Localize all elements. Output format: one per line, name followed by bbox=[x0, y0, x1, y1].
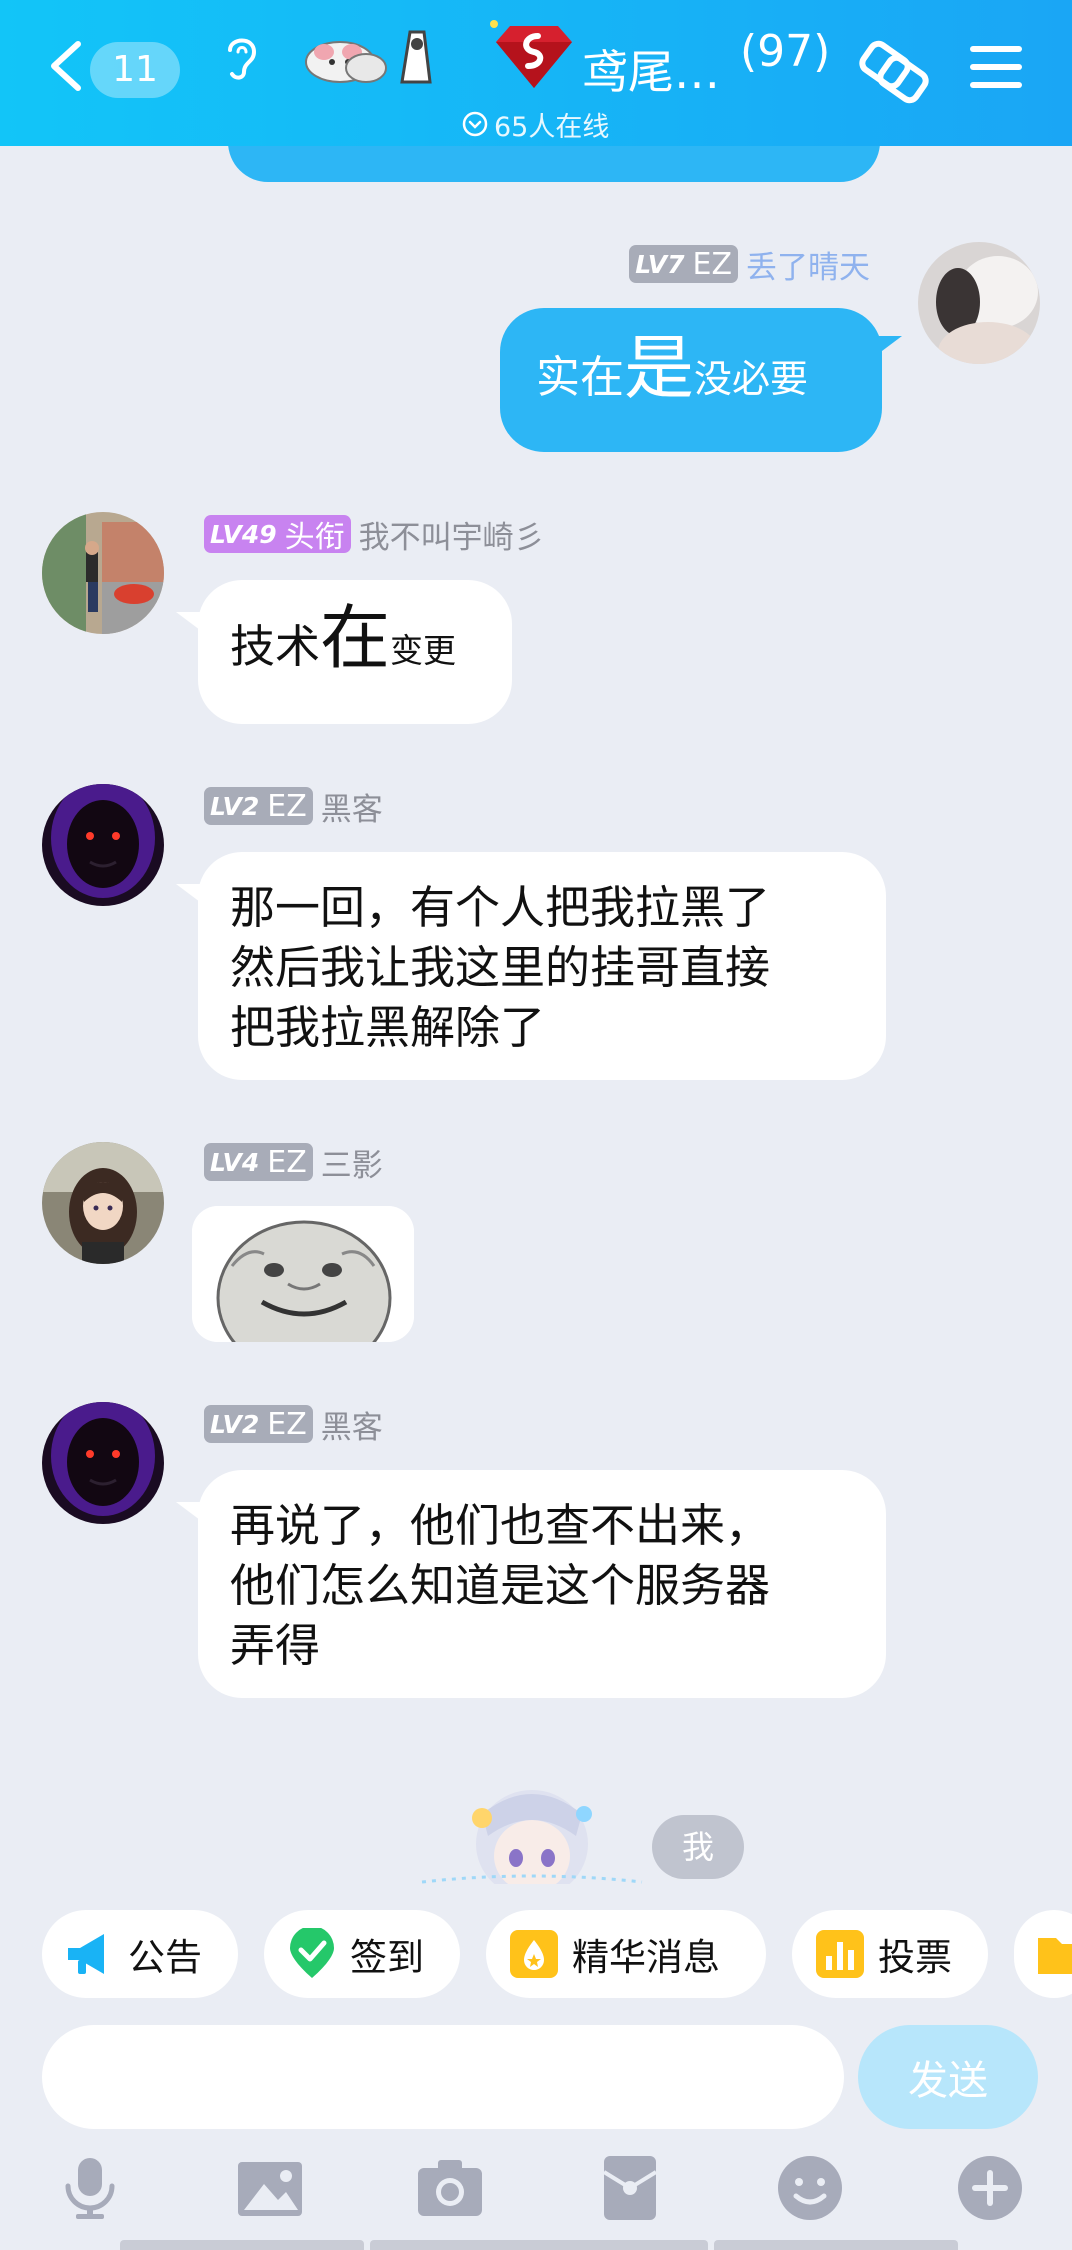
panel-tab-strip bbox=[370, 2240, 708, 2250]
vote-icon bbox=[816, 1930, 864, 1978]
member-count[interactable]: (97) bbox=[740, 26, 830, 77]
group-name[interactable]: 鸢尾… bbox=[582, 36, 720, 102]
level-badge: LV49 头衔 bbox=[204, 515, 351, 555]
emoji-icon bbox=[778, 2156, 842, 2220]
send-button[interactable]: 发送 bbox=[858, 2025, 1038, 2129]
red-packet-button[interactable] bbox=[594, 2152, 666, 2224]
message-meta: LV4 EZ 三影 bbox=[204, 1140, 383, 1185]
message-bubble[interactable]: 那一回，有个人把我拉黑了 然后我让我这里的挂哥直接 把我拉黑解除了 bbox=[198, 852, 886, 1080]
checkin-icon bbox=[290, 1928, 334, 1978]
red-packet-icon bbox=[602, 2156, 658, 2220]
message-bubble[interactable]: 实在是没必要 bbox=[500, 308, 882, 452]
mascot-character[interactable] bbox=[412, 1774, 652, 1884]
message-meta: LV2 EZ 黑客 bbox=[204, 1402, 383, 1447]
avatar[interactable] bbox=[918, 242, 1040, 364]
essence-messages-chip[interactable]: 精华消息 bbox=[486, 1910, 766, 1998]
emoji-button[interactable] bbox=[774, 2152, 846, 2224]
quick-action-bar: 公告 签到 精华消息 投票 bbox=[0, 1910, 1072, 2000]
camera-button[interactable] bbox=[414, 2152, 486, 2224]
avatar[interactable] bbox=[42, 1402, 164, 1524]
message-bubble[interactable]: 技术在变更 bbox=[198, 580, 512, 724]
meme-face-sticker[interactable] bbox=[192, 1206, 414, 1342]
message-meta: LV49 头衔 我不叫宇崎彡 bbox=[204, 512, 545, 557]
menu-icon[interactable] bbox=[968, 42, 1024, 92]
vote-chip[interactable]: 投票 bbox=[792, 1910, 988, 1998]
checkin-chip[interactable]: 签到 bbox=[264, 1910, 460, 1998]
panel-tab-strip bbox=[120, 2240, 364, 2250]
level-badge: LV2 EZ bbox=[204, 787, 313, 825]
image-button[interactable] bbox=[234, 2152, 306, 2224]
sender-name[interactable]: 黑客 bbox=[321, 1402, 383, 1447]
image-icon bbox=[238, 2162, 302, 2216]
sender-name[interactable]: 三影 bbox=[321, 1140, 383, 1185]
bubble-tail bbox=[870, 336, 902, 360]
online-count-text: 65人在线 bbox=[494, 111, 610, 143]
camera-icon bbox=[418, 2160, 482, 2216]
message-meta: LV7 EZ 丢了晴天 bbox=[560, 242, 870, 287]
megaphone-icon bbox=[68, 1934, 104, 1974]
group-level-gem-icon bbox=[490, 20, 572, 88]
panel-tab-strip bbox=[714, 2240, 958, 2250]
files-chip[interactable] bbox=[1014, 1910, 1072, 1998]
group-tag-sticker-icon bbox=[305, 30, 432, 84]
chevron-circle-icon bbox=[462, 111, 488, 137]
sender-name[interactable]: 我不叫宇崎彡 bbox=[359, 512, 545, 557]
avatar[interactable] bbox=[42, 1142, 164, 1264]
level-badge: LV4 EZ bbox=[204, 1143, 313, 1181]
sender-name[interactable]: 黑客 bbox=[321, 784, 383, 829]
sender-name[interactable]: 丢了晴天 bbox=[746, 242, 870, 287]
back-chevron-icon[interactable] bbox=[44, 38, 88, 94]
plus-icon bbox=[958, 2156, 1022, 2220]
level-badge: LV7 EZ bbox=[629, 245, 738, 283]
chat-header: 11 鸢尾… (97) 65人在线 bbox=[0, 0, 1072, 146]
ear-icon[interactable] bbox=[218, 32, 264, 82]
announcement-chip[interactable]: 公告 bbox=[42, 1910, 238, 1998]
level-badge: LV2 EZ bbox=[204, 1405, 313, 1443]
message-meta: LV2 EZ 黑客 bbox=[204, 784, 383, 829]
essence-icon bbox=[510, 1930, 558, 1978]
avatar[interactable] bbox=[42, 784, 164, 906]
folder-icon bbox=[1038, 1938, 1072, 1974]
message-input[interactable] bbox=[42, 2025, 844, 2129]
message-bubble[interactable]: 再说了，他们也查不出来， 他们怎么知道是这个服务器 弄得 bbox=[198, 1470, 886, 1698]
voice-button[interactable] bbox=[54, 2152, 126, 2224]
more-button[interactable] bbox=[954, 2152, 1026, 2224]
share-link-icon[interactable] bbox=[856, 36, 930, 106]
unread-count-badge[interactable]: 11 bbox=[90, 42, 180, 98]
avatar[interactable] bbox=[42, 512, 164, 634]
me-button[interactable]: 我 bbox=[652, 1815, 744, 1879]
online-status[interactable]: 65人在线 bbox=[462, 106, 610, 143]
microphone-icon bbox=[65, 2158, 115, 2219]
